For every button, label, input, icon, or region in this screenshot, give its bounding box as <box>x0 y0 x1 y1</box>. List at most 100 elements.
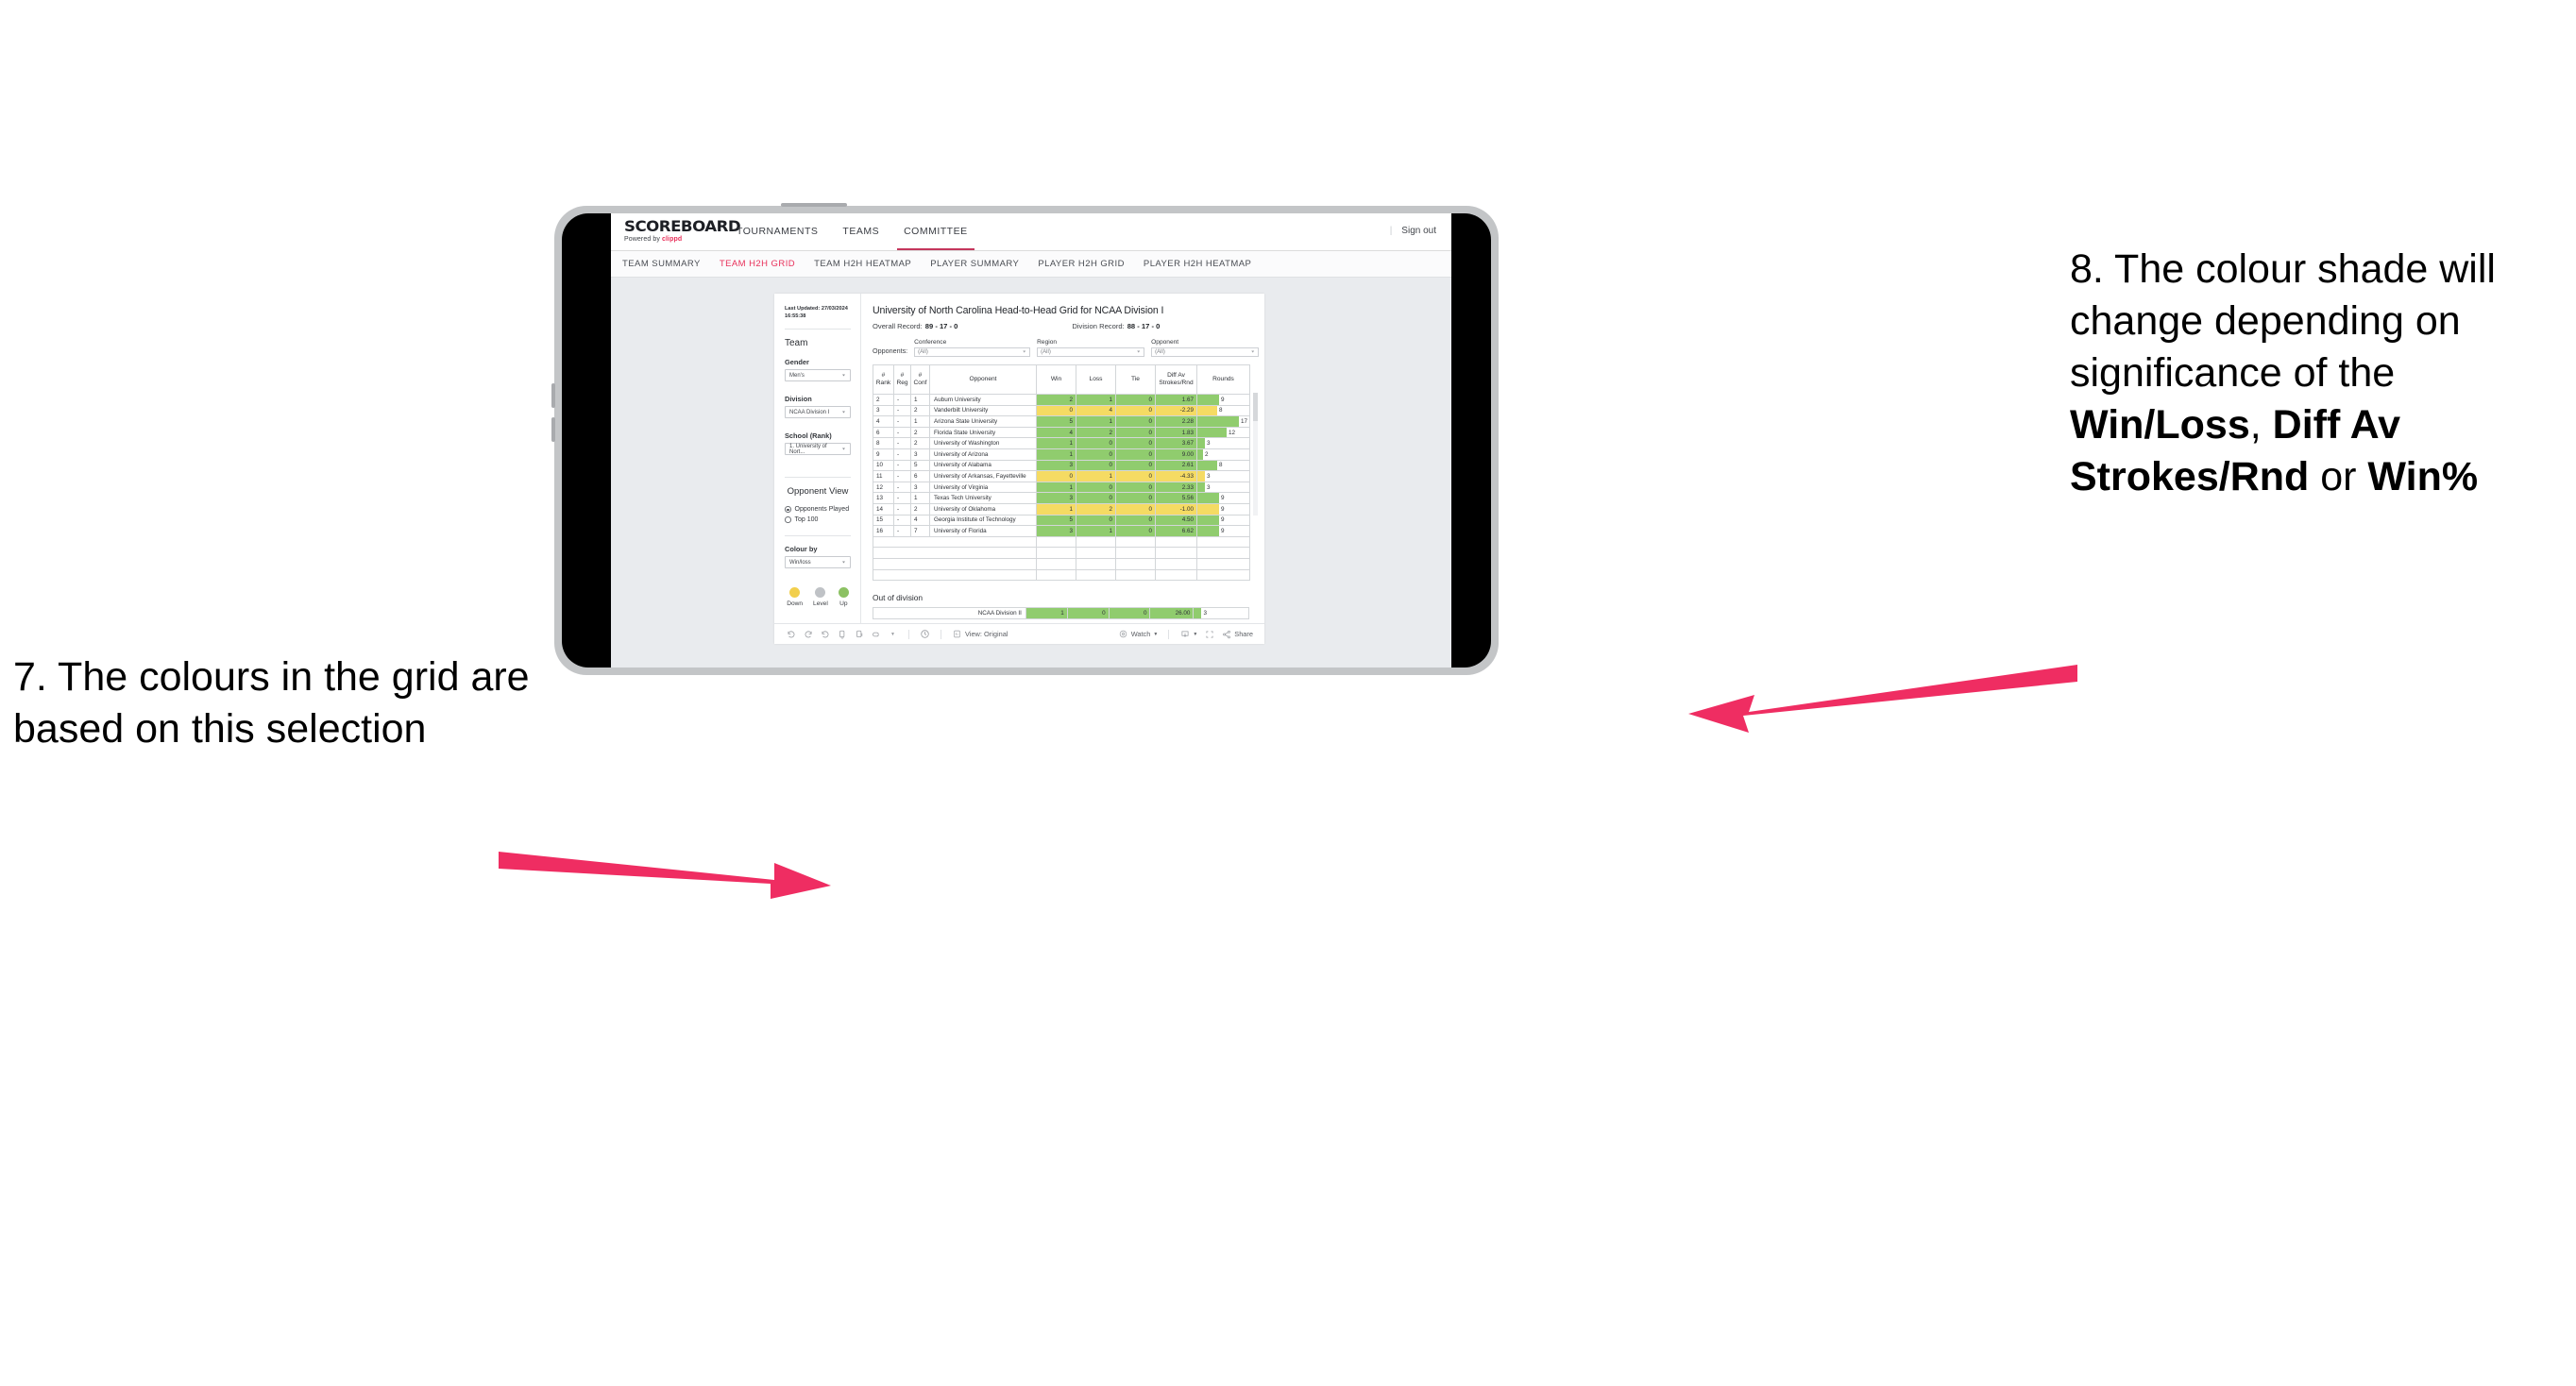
fullscreen-icon[interactable] <box>1204 629 1214 639</box>
col-diff[interactable]: Diff Av Strokes/Rnd <box>1155 364 1197 395</box>
gender-select[interactable]: Men's ▼ <box>785 369 851 382</box>
view-original-button[interactable]: View: Original <box>952 629 1008 639</box>
col-opponent[interactable]: Opponent <box>929 364 1037 395</box>
subtab-team-h2h-heatmap[interactable]: TEAM H2H HEATMAP <box>814 259 911 269</box>
cell-opponent: University of Arizona <box>929 448 1037 461</box>
division-record-value: 88 - 17 - 0 <box>1127 322 1161 330</box>
col-tie[interactable]: Tie <box>1115 364 1156 395</box>
cell-conf: 2 <box>910 502 930 516</box>
toolbar-right-group: Watch ▼ ▼ Share <box>1118 629 1253 639</box>
download-button[interactable]: ▼ <box>1179 629 1197 639</box>
share-button[interactable]: Share <box>1221 629 1253 639</box>
filter-conference-select[interactable]: (All) ▼ <box>914 347 1031 357</box>
col-rank[interactable]: # Rank <box>873 364 894 395</box>
signout-link[interactable]: Sign out <box>1401 226 1436 236</box>
table-row[interactable]: 11-6 University of Arkansas, Fayetteville… <box>873 470 1250 482</box>
table-scrollbar[interactable] <box>1253 393 1258 516</box>
watch-label: Watch <box>1130 630 1151 638</box>
subtab-team-h2h-grid[interactable]: TEAM H2H GRID <box>720 259 795 269</box>
radio-top-100[interactable]: Top 100 <box>785 516 851 523</box>
cell-rounds: 9 <box>1196 525 1250 537</box>
colour-by-select[interactable]: Win/loss ▼ <box>785 556 851 569</box>
school-select[interactable]: 1. University of Nort... ▼ <box>785 443 851 456</box>
cell-diff: 2.28 <box>1155 415 1197 428</box>
filter-conference-value: (All) <box>918 349 928 355</box>
pause-auto-update-icon[interactable] <box>920 629 930 639</box>
colour-by-label: Colour by <box>785 545 818 554</box>
logo[interactable]: SCOREBOARD Powered by clippd <box>611 213 741 250</box>
table-row[interactable]: 6-2 Florida State University 4 2 0 1.83 12 <box>873 426 1250 439</box>
table-row[interactable]: 4-1 Arizona State University 5 1 0 2.28 17 <box>873 415 1250 428</box>
legend-label: Down <box>787 600 804 608</box>
legend-dot-icon <box>789 587 801 599</box>
table-row[interactable]: 3-2 Vanderbilt University 0 4 0 -2.29 8 <box>873 404 1250 417</box>
rounds-value: 9 <box>1221 495 1225 502</box>
pause-updates-icon[interactable] <box>854 629 864 639</box>
blank-loss <box>1076 568 1116 582</box>
subtab-player-summary[interactable]: PLAYER SUMMARY <box>930 259 1019 269</box>
cell-win: 1 <box>1036 437 1076 449</box>
filter-opponent-select[interactable]: (All) ▼ <box>1151 347 1260 357</box>
view-icon <box>952 629 962 639</box>
watch-button[interactable]: Watch ▼ <box>1118 629 1158 639</box>
table-row[interactable]: 13-1 Texas Tech University 3 0 0 5.56 9 <box>873 492 1250 504</box>
nav-teams[interactable]: TEAMS <box>830 213 891 250</box>
rounds-value: 8 <box>1219 462 1223 469</box>
chevron-down-icon[interactable]: ▼ <box>888 629 898 639</box>
table-scrollbar-thumb[interactable] <box>1253 393 1258 421</box>
radio-icon <box>785 516 791 523</box>
radio-opponents-played[interactable]: Opponents Played <box>785 506 851 513</box>
table-row[interactable]: 8-2 University of Washington 1 0 0 3.67 3 <box>873 437 1250 449</box>
table-row[interactable]: 15-4 Georgia Institute of Technology 5 0 0 4.… <box>873 514 1250 527</box>
highlight-icon[interactable] <box>871 629 881 639</box>
rounds-bar <box>1197 515 1219 526</box>
cell-diff: 1.83 <box>1155 426 1197 439</box>
col-conf[interactable]: # Conf <box>910 364 930 395</box>
blank-diff <box>1155 547 1197 559</box>
cell-conf: 3 <box>910 448 930 461</box>
cell-rounds: 3 <box>1196 470 1250 482</box>
nav-committee[interactable]: COMMITTEE <box>891 213 980 250</box>
cell-rank: 12 <box>873 481 894 494</box>
table-row[interactable]: 14-2 University of Oklahoma 1 2 0 -1.00 9 <box>873 502 1250 516</box>
table-row[interactable]: 16-7 University of Florida 3 1 0 6.62 9 <box>873 525 1250 537</box>
download-icon <box>1179 629 1190 639</box>
arrow-left <box>499 831 839 906</box>
subtab-player-h2h-heatmap[interactable]: PLAYER H2H HEATMAP <box>1144 259 1251 269</box>
cell-loss: 1 <box>1076 415 1116 428</box>
col-loss[interactable]: Loss <box>1076 364 1116 395</box>
col-rounds[interactable]: Rounds <box>1196 364 1250 395</box>
subtab-player-h2h-grid[interactable]: PLAYER H2H GRID <box>1038 259 1125 269</box>
cell-conf: 1 <box>910 415 930 428</box>
division-select[interactable]: NCAA Division I ▼ <box>785 406 851 419</box>
revert-icon[interactable] <box>820 629 830 639</box>
ood-row[interactable]: NCAA Division II 1 0 0 26.00 3 <box>873 607 1249 620</box>
ood-opponent: NCAA Division II <box>873 607 1026 620</box>
refresh-data-icon[interactable] <box>837 629 847 639</box>
division-record-label: Division Record: <box>1072 322 1125 330</box>
cell-rank: 2 <box>873 394 894 406</box>
volume-up-button[interactable] <box>551 383 555 408</box>
power-button[interactable] <box>781 203 847 207</box>
redo-icon[interactable] <box>803 629 813 639</box>
filter-region-value: (All) <box>1041 349 1051 355</box>
col-win[interactable]: Win <box>1036 364 1076 395</box>
rounds-value: 2 <box>1205 450 1209 458</box>
nav-tournaments[interactable]: TOURNAMENTS <box>724 213 830 250</box>
table-row[interactable]: 2-1 Auburn University 2 1 0 1.67 9 <box>873 394 1250 406</box>
cell-reg: - <box>893 525 911 537</box>
subtab-team-summary[interactable]: TEAM SUMMARY <box>622 259 701 269</box>
table-row[interactable]: 12-3 University of Virginia 1 0 0 2.33 3 <box>873 481 1250 494</box>
volume-down-button[interactable] <box>551 417 555 442</box>
page-title: University of North Carolina Head-to-Hea… <box>873 305 1164 316</box>
table-row[interactable]: 9-3 University of Arizona 1 0 0 9.00 2 <box>873 448 1250 461</box>
cell-rounds: 12 <box>1196 426 1250 439</box>
cell-diff: 5.56 <box>1155 492 1197 504</box>
table-row[interactable]: 10-5 University of Alabama 3 0 0 2.61 8 <box>873 459 1250 472</box>
cell-loss: 0 <box>1076 459 1116 472</box>
filter-region-select[interactable]: (All) ▼ <box>1037 347 1145 357</box>
filter-opponent-value: (All) <box>1155 349 1165 355</box>
undo-icon[interactable] <box>786 629 796 639</box>
cell-rank: 3 <box>873 404 894 417</box>
col-reg[interactable]: # Reg <box>893 364 911 395</box>
